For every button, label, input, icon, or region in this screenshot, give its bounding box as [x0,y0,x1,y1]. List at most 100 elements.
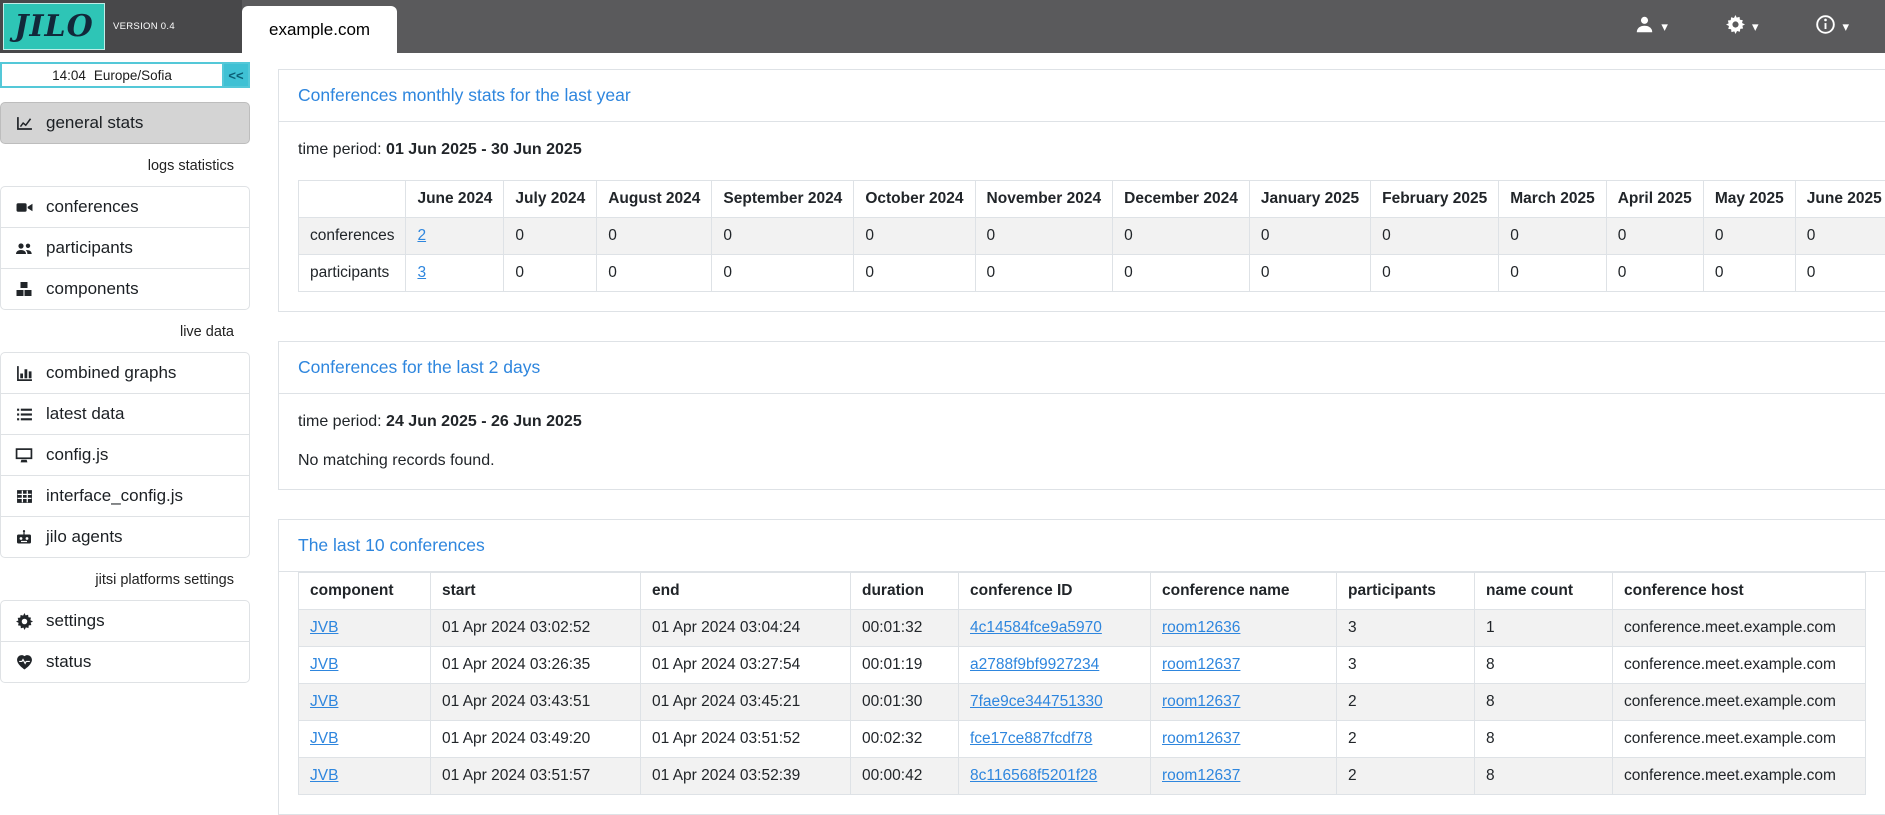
cell: 00:01:19 [851,647,959,684]
cell: 8 [1475,684,1613,721]
cell: room12637 [1151,721,1337,758]
table-row: JVB 01 Apr 2024 03:49:20 01 Apr 2024 03:… [299,721,1866,758]
conference-name-link[interactable]: room12637 [1162,730,1240,747]
card-header: Conferences for the last 2 days [279,342,1885,394]
sidebar-menu: general stats logs statistics conference… [0,102,250,683]
sidebar-item-interface-config-js[interactable]: interface_config.js [0,475,250,517]
component-link[interactable]: JVB [310,730,338,747]
sidebar-item-label: components [46,279,139,299]
cell: 2 [406,218,504,255]
table-row: JVB 01 Apr 2024 03:26:35 01 Apr 2024 03:… [299,647,1866,684]
column-header: August 2024 [597,181,712,218]
cell: 0 [1795,218,1885,255]
table-row: participants 3 0 0 0 0 0 0 0 0 0 0 [299,255,1885,292]
component-link[interactable]: JVB [310,656,338,673]
sidebar-collapse-button[interactable]: << [222,64,248,86]
brand-block: JILO VERSION 0.4 [0,0,242,53]
cell: room12637 [1151,647,1337,684]
conference-id-link[interactable]: 8c116568f5201f28 [970,767,1097,784]
sidebar-item-config-js[interactable]: config.js [0,434,250,476]
sidebar-item-combined-graphs[interactable]: combined graphs [0,352,250,394]
cell: 0 [1703,255,1795,292]
sidebar-item-label: config.js [46,445,108,465]
sidebar-item-label: participants [46,238,133,258]
row-label: conferences [299,218,406,255]
component-link[interactable]: JVB [310,619,338,636]
column-header: conference name [1151,573,1337,610]
component-link[interactable]: JVB [310,767,338,784]
card-body: time period: 24 Jun 2025 - 26 Jun 2025 N… [279,394,1885,489]
section-label-logs-statistics: logs statistics [0,158,250,174]
sidebar-item-conferences[interactable]: conferences [0,186,250,228]
conference-id-link[interactable]: a2788f9bf9927234 [970,656,1099,673]
table-row: JVB 01 Apr 2024 03:43:51 01 Apr 2024 03:… [299,684,1866,721]
cell: 3 [1337,647,1475,684]
jilo-logo[interactable]: JILO [3,3,105,50]
column-header: conference host [1613,573,1866,610]
cell: 0 [1113,255,1250,292]
sidebar-item-label: settings [46,611,105,631]
time-period-label: time period: [298,413,382,430]
sidebar-item-jilo-agents[interactable]: jilo agents [0,516,250,558]
sidebar-item-settings[interactable]: settings [0,600,250,642]
site-tab-label: example.com [269,20,370,40]
card-title: Conferences for the last 2 days [298,357,540,377]
cell: 0 [1703,218,1795,255]
info-menu-button[interactable]: ▾ [1816,15,1849,39]
component-link[interactable]: JVB [310,693,338,710]
sidebar-item-general-stats[interactable]: general stats [0,102,250,144]
cell: conference.meet.example.com [1613,684,1866,721]
cell: room12636 [1151,610,1337,647]
conference-name-link[interactable]: room12637 [1162,767,1240,784]
cell: JVB [299,684,431,721]
cell: conference.meet.example.com [1613,721,1866,758]
heart-pulse-icon [13,654,35,670]
cell: 01 Apr 2024 03:51:52 [641,721,851,758]
time-period: time period: 24 Jun 2025 - 26 Jun 2025 [298,413,1866,431]
cell: 0 [1113,218,1250,255]
cell: 2 [1337,758,1475,795]
time-period-label: time period: [298,141,382,158]
sidebar-item-participants[interactable]: participants [0,227,250,269]
conference-name-link[interactable]: room12637 [1162,693,1240,710]
card-header: Conferences monthly stats for the last y… [279,70,1885,122]
user-menu-button[interactable]: ▾ [1635,15,1668,39]
chevron-down-icon: ▾ [1661,20,1668,33]
conferences-count-link[interactable]: 2 [417,227,426,244]
conference-id-link[interactable]: fce17ce887fcdf78 [970,730,1092,747]
conference-id-link[interactable]: 7fae9ce344751330 [970,693,1103,710]
monthly-stats-table: June 2024 July 2024 August 2024 Septembe… [298,180,1885,292]
column-header: June 2025 [1795,181,1885,218]
cell: 0 [1249,218,1370,255]
cell: 01 Apr 2024 03:27:54 [641,647,851,684]
cell: 2 [1337,721,1475,758]
sidebar-item-latest-data[interactable]: latest data [0,393,250,435]
tab-example-com[interactable]: example.com [242,6,397,53]
group-logs-statistics: conferences participants components [0,186,250,310]
cell: 0 [975,255,1113,292]
sidebar-item-label: jilo agents [46,527,123,547]
recent-conferences-card: Conferences for the last 2 days time per… [278,341,1885,490]
column-header: participants [1337,573,1475,610]
list-icon [13,406,35,423]
group-live-data: combined graphs latest data config.js [0,352,250,558]
cell: JVB [299,721,431,758]
last10-conferences-table: component start end duration conference … [298,572,1866,795]
column-header: end [641,573,851,610]
column-header: May 2025 [1703,181,1795,218]
desktop-icon [13,447,35,464]
cell: 8 [1475,647,1613,684]
cell: 0 [712,218,854,255]
conference-name-link[interactable]: room12636 [1162,619,1240,636]
sidebar-item-label: latest data [46,404,124,424]
settings-menu-button[interactable]: ▾ [1726,15,1759,39]
sidebar-item-status[interactable]: status [0,641,250,683]
column-header: start [431,573,641,610]
sidebar-item-components[interactable]: components [0,268,250,310]
conference-id-link[interactable]: 4c14584fce9a5970 [970,619,1102,636]
cell: 3 [1337,610,1475,647]
column-header: April 2025 [1606,181,1703,218]
participants-count-link[interactable]: 3 [417,264,426,281]
conference-name-link[interactable]: room12637 [1162,656,1240,673]
group-general: general stats [0,102,250,144]
